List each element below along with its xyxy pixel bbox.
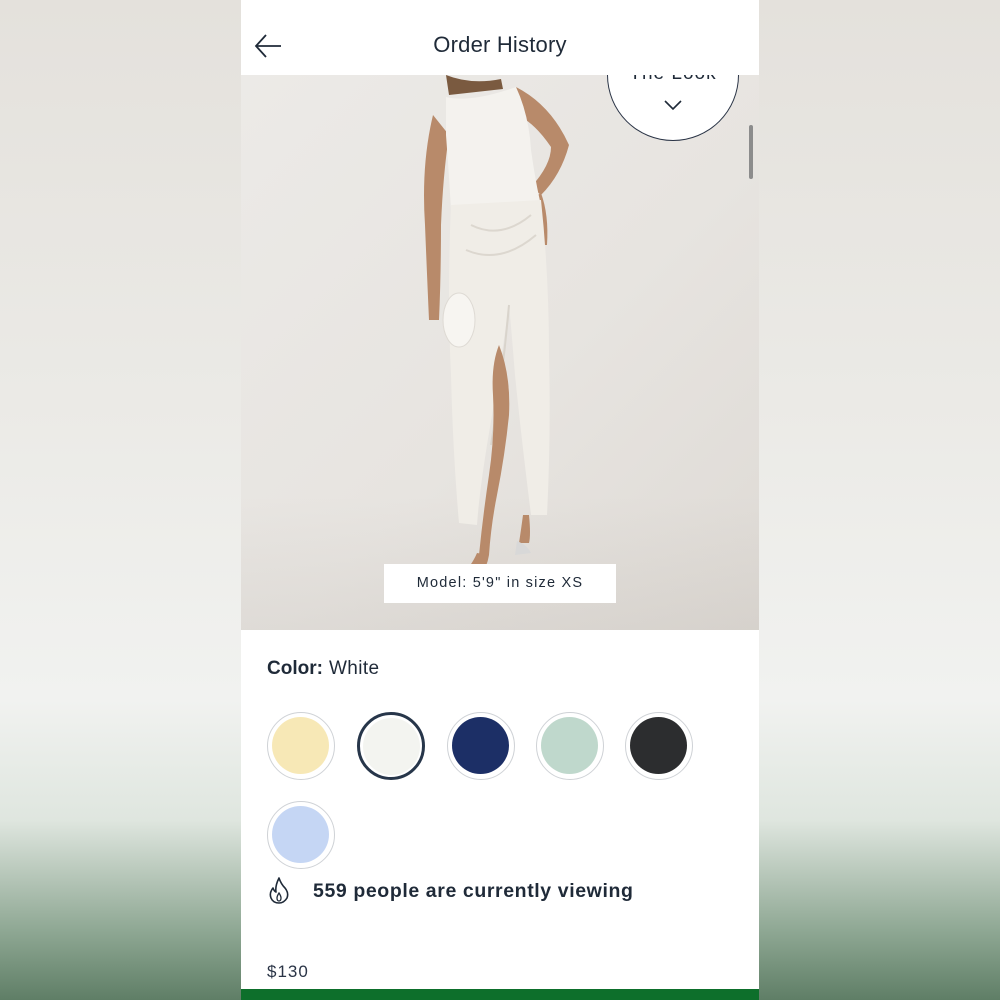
swatch-sage-fill bbox=[541, 717, 598, 774]
swatch-light-blue-fill bbox=[272, 806, 329, 863]
swatch-black[interactable] bbox=[625, 712, 693, 780]
app-screen: Order History Model: 5'9" in size XS Col… bbox=[241, 0, 759, 1000]
swatch-yellow-fill bbox=[272, 717, 329, 774]
swatch-white[interactable] bbox=[357, 712, 425, 780]
top-bar: Order History bbox=[241, 0, 759, 75]
selected-color-value: White bbox=[328, 658, 380, 679]
swatch-yellow[interactable] bbox=[267, 712, 335, 780]
background-right bbox=[759, 0, 1000, 1000]
viewers-text: 559 people are currently viewing bbox=[313, 880, 634, 902]
swatch-black-fill bbox=[630, 717, 687, 774]
scrollbar[interactable] bbox=[749, 125, 753, 179]
color-selection-label: Color: White bbox=[267, 658, 380, 680]
product-image[interactable]: The Look Model: 5'9" in size XS bbox=[241, 75, 759, 630]
page-title: Order History bbox=[433, 32, 567, 57]
swatch-white-fill bbox=[363, 718, 420, 775]
color-label: Color: bbox=[267, 658, 323, 679]
swatch-navy-fill bbox=[452, 717, 509, 774]
flame-icon bbox=[269, 877, 289, 904]
swatch-sage[interactable] bbox=[536, 712, 604, 780]
swatch-light-blue[interactable] bbox=[267, 801, 335, 869]
product-price: $130 bbox=[267, 962, 309, 981]
add-to-bag-bar[interactable] bbox=[241, 989, 759, 1000]
model-photo bbox=[424, 75, 569, 590]
the-look-label: The Look bbox=[608, 75, 738, 85]
model-size-info: Model: 5'9" in size XS bbox=[384, 564, 616, 603]
chevron-down-icon bbox=[664, 100, 682, 111]
background-left bbox=[0, 0, 241, 1000]
swatch-navy[interactable] bbox=[447, 712, 515, 780]
